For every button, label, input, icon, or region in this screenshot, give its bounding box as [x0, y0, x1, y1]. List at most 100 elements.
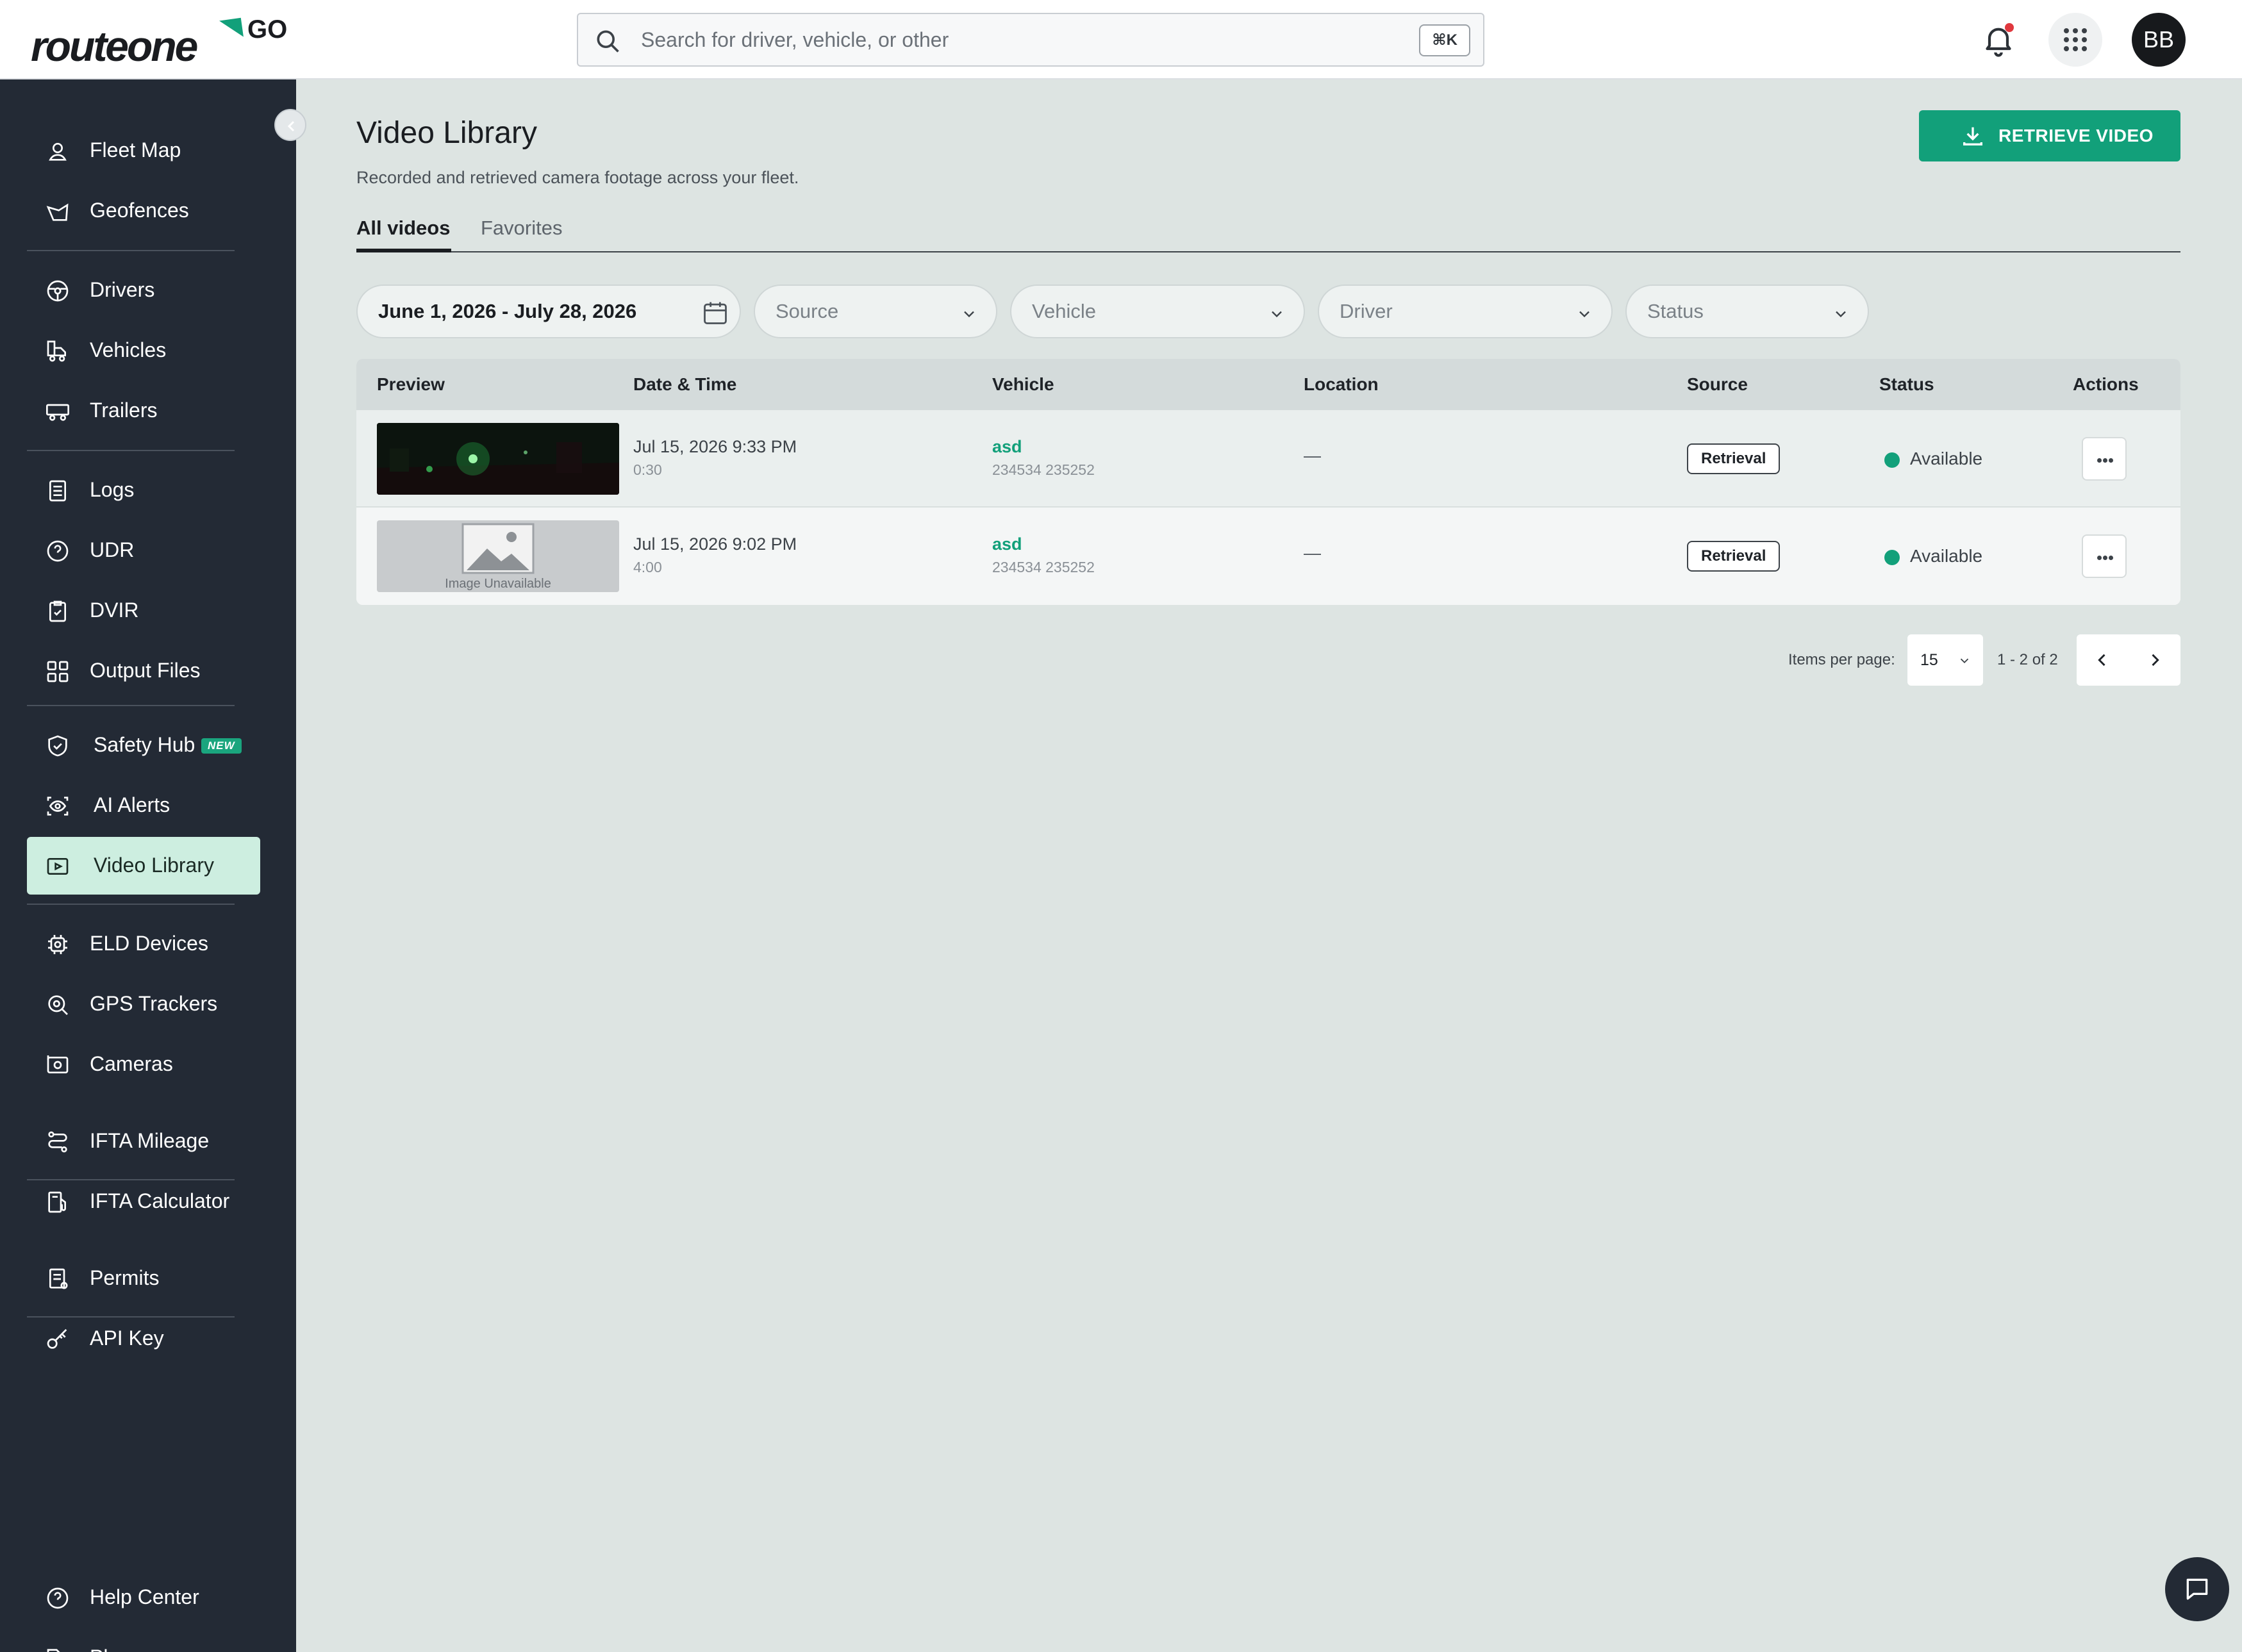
vehicle-link[interactable]: asd [992, 534, 1022, 554]
sidebar-item-help-center[interactable]: Help Center [27, 1569, 260, 1626]
status-available-dot [1884, 550, 1900, 565]
help-icon [47, 1587, 69, 1609]
retrieve-video-button[interactable]: RETRIEVE VIDEO [1919, 110, 2180, 161]
sidebar-item-logs[interactable]: Logs [27, 461, 260, 519]
vehicle-filter[interactable]: Vehicle [1010, 285, 1305, 338]
gps-icon [48, 995, 68, 1015]
sidebar-item-plans[interactable]: Plans [27, 1629, 260, 1652]
shield-check-icon [48, 735, 67, 757]
download-icon [1963, 127, 1982, 145]
apps-grid-icon [2064, 28, 2087, 51]
vehicle-link[interactable]: asd [992, 437, 1022, 457]
search-shortcut-badge: ⌘K [1419, 24, 1470, 56]
tab-favorites[interactable]: Favorites [481, 217, 562, 240]
video-location: — [1304, 446, 1321, 465]
apps-grid-button[interactable] [2048, 13, 2102, 67]
next-page-button[interactable] [2129, 634, 2180, 686]
sidebar-item-geofences[interactable]: Geofences [27, 182, 260, 240]
nav-divider [27, 904, 235, 905]
column-header-source: Source [1687, 374, 1748, 394]
sidebar: Fleet Map Geofences Drivers Vehicles Tra… [0, 79, 296, 1652]
nav-divider [27, 705, 235, 706]
row-actions-button[interactable] [2082, 534, 2127, 578]
route-icon [48, 1131, 67, 1153]
geofence-icon [46, 203, 69, 221]
user-avatar[interactable]: BB [2132, 13, 2186, 67]
status-filter[interactable]: Status [1625, 285, 1869, 338]
map-pin-icon [49, 143, 67, 161]
eye-scan-icon [47, 797, 69, 816]
sidebar-item-output-files[interactable]: Output Files [27, 642, 260, 700]
fuel-icon [48, 1191, 66, 1213]
page-title: Video Library [356, 116, 537, 150]
logo-flag-icon [219, 17, 244, 40]
truck-icon [47, 340, 66, 362]
driver-filter[interactable]: Driver [1318, 285, 1613, 338]
chevron-down-icon [1960, 658, 1969, 664]
video-table: Preview Date & Time Vehicle Location Sou… [356, 359, 2180, 605]
notification-dot [2005, 23, 2014, 32]
sidebar-item-vehicles[interactable]: Vehicles [27, 322, 260, 379]
sidebar-item-ai-alerts[interactable]: AI Alerts [27, 777, 260, 834]
chevron-down-icon [964, 311, 974, 318]
sidebar-item-video-library[interactable]: Video Library [27, 837, 260, 895]
tag-icon [47, 1649, 60, 1652]
sidebar-item-ifta-mileage[interactable]: IFTA Mileage [27, 1112, 260, 1170]
status-text: Available [1910, 546, 1983, 566]
sidebar-item-safety-hub[interactable]: Safety Hub NEW [27, 716, 260, 774]
permit-icon [49, 1268, 68, 1289]
nav-divider [27, 450, 235, 451]
pagination-nav [2077, 634, 2180, 686]
search-icon [597, 30, 619, 53]
chevron-down-icon [1272, 311, 1282, 318]
logs-icon [49, 480, 66, 502]
new-badge: NEW [201, 738, 242, 754]
image-unavailable-label: Image Unavailable [445, 577, 551, 591]
sidebar-item-drivers[interactable]: Drivers [27, 261, 260, 319]
chip-icon [48, 935, 67, 954]
column-header-status: Status [1879, 374, 1934, 394]
table-header: Preview Date & Time Vehicle Location Sou… [356, 359, 2180, 410]
sidebar-item-fleet-map[interactable]: Fleet Map [27, 122, 260, 179]
sidebar-item-dvir[interactable]: DVIR [27, 582, 260, 640]
table-row[interactable]: Image Unavailable Jul 15, 2026 9:02 PM 4… [356, 508, 2180, 605]
chat-support-button[interactable] [2165, 1557, 2229, 1621]
nav-divider [27, 250, 235, 251]
global-search[interactable]: ⌘K [577, 13, 1484, 67]
table-row[interactable]: Jul 15, 2026 9:33 PM 0:30 asd 234534 235… [356, 410, 2180, 508]
play-square-icon [47, 858, 69, 875]
key-icon [47, 1329, 67, 1349]
sidebar-item-permits[interactable]: Permits [27, 1250, 260, 1307]
items-per-page-select[interactable]: 15 [1907, 634, 1983, 686]
sidebar-item-ifta-calculator[interactable]: IFTA Calculator [27, 1173, 260, 1230]
row-actions-button[interactable] [2082, 437, 2127, 481]
tabs-divider [356, 251, 2180, 252]
sidebar-item-api-key[interactable]: API Key [27, 1310, 260, 1367]
night-road-thumbnail-image [377, 423, 619, 495]
items-per-page-label: Items per page: [1788, 651, 1895, 668]
chevron-left-icon [2098, 654, 2105, 666]
logo-wordmark: routeone [31, 22, 198, 70]
video-duration: 4:00 [633, 559, 662, 575]
page-subtitle: Recorded and retrieved camera footage ac… [356, 168, 799, 187]
search-input[interactable] [641, 23, 1346, 56]
date-range-filter[interactable]: June 1, 2026 - July 28, 2026 [356, 285, 741, 338]
video-thumbnail[interactable] [377, 423, 619, 495]
sidebar-item-udr[interactable]: UDR [27, 522, 260, 579]
video-datetime: Jul 15, 2026 9:02 PM [633, 534, 797, 554]
grid-files-icon [47, 661, 69, 682]
chevron-down-icon [1836, 311, 1846, 318]
sidebar-item-cameras[interactable]: Cameras [27, 1036, 260, 1093]
video-thumbnail[interactable]: Image Unavailable [377, 520, 619, 592]
source-filter[interactable]: Source [754, 285, 997, 338]
sidebar-item-trailers[interactable]: Trailers [27, 382, 260, 440]
tab-all-videos[interactable]: All videos [356, 217, 450, 240]
camera-icon [47, 1055, 69, 1073]
sidebar-item-eld-devices[interactable]: ELD Devices [27, 915, 260, 973]
trailer-icon [46, 404, 69, 421]
previous-page-button[interactable] [2077, 634, 2128, 686]
sidebar-item-gps-trackers[interactable]: GPS Trackers [27, 975, 260, 1033]
collapse-sidebar-button[interactable] [274, 109, 306, 141]
chat-bubble-icon [2186, 1578, 2208, 1600]
vehicle-id: 234534 235252 [992, 559, 1095, 575]
